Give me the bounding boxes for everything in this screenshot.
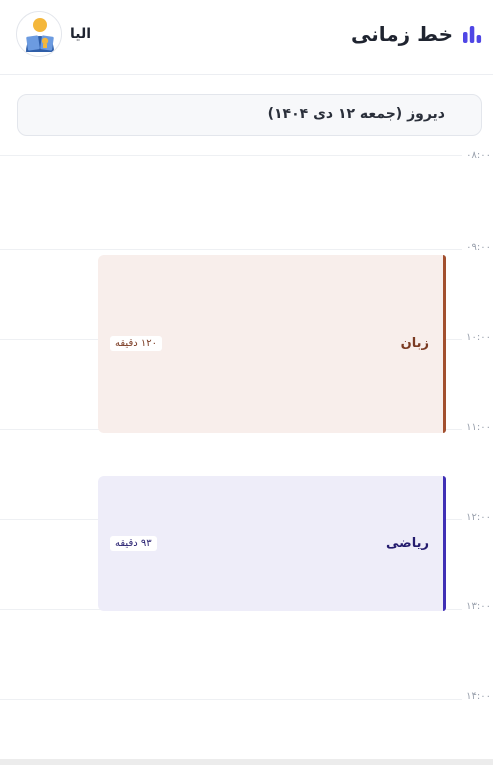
hour-label: ۰۸:۰۰ <box>466 150 491 161</box>
bottom-scrollbar[interactable] <box>0 759 493 765</box>
timeline: ۰۸:۰۰ ۰۹:۰۰ ۱۰:۰۰ ۱۱:۰۰ ۱۲:۰۰ ۱۳:۰۰ ۱۴:۰… <box>0 150 493 765</box>
event-duration-badge: ۱۲۰ دقیقه <box>110 336 162 351</box>
event-title: ریاضی <box>386 536 429 551</box>
hour-gridline <box>0 155 462 156</box>
page-title-group: خط زمانی <box>351 18 483 50</box>
hour-label: ۱۱:۰۰ <box>466 422 491 433</box>
hour-label: ۱۳:۰۰ <box>466 601 491 612</box>
student-reading-avatar-icon <box>17 12 61 56</box>
date-selector[interactable]: دیروز (جمعه ۱۲ دی ۱۴۰۴) <box>17 94 482 136</box>
hour-gridline <box>0 249 462 250</box>
hour-gridline <box>0 699 462 700</box>
user-profile[interactable]: الیا <box>16 11 91 57</box>
date-label: دیروز (جمعه ۱۲ دی ۱۴۰۴) <box>267 106 445 122</box>
app-header: خط زمانی الیا <box>0 0 493 75</box>
event-title: زبان <box>400 336 429 351</box>
bar-chart-icon <box>463 26 482 43</box>
hour-label: ۱۴:۰۰ <box>466 691 491 702</box>
user-name: الیا <box>70 26 92 42</box>
timeline-app: خط زمانی الیا دیروز (جمعه ۱۲ دی ۱۴۰۴) ۰۸… <box>0 0 493 765</box>
timeline-event-math[interactable]: ریاضی ۹۳ دقیقه <box>98 476 446 611</box>
event-duration-badge: ۹۳ دقیقه <box>110 536 157 551</box>
hour-label: ۱۰:۰۰ <box>466 332 491 343</box>
hour-label: ۰۹:۰۰ <box>466 242 491 253</box>
page-title: خط زمانی <box>351 22 453 46</box>
hour-label: ۱۲:۰۰ <box>466 512 491 523</box>
avatar[interactable] <box>16 11 62 57</box>
timeline-event-language[interactable]: زبان ۱۲۰ دقیقه <box>98 255 446 433</box>
